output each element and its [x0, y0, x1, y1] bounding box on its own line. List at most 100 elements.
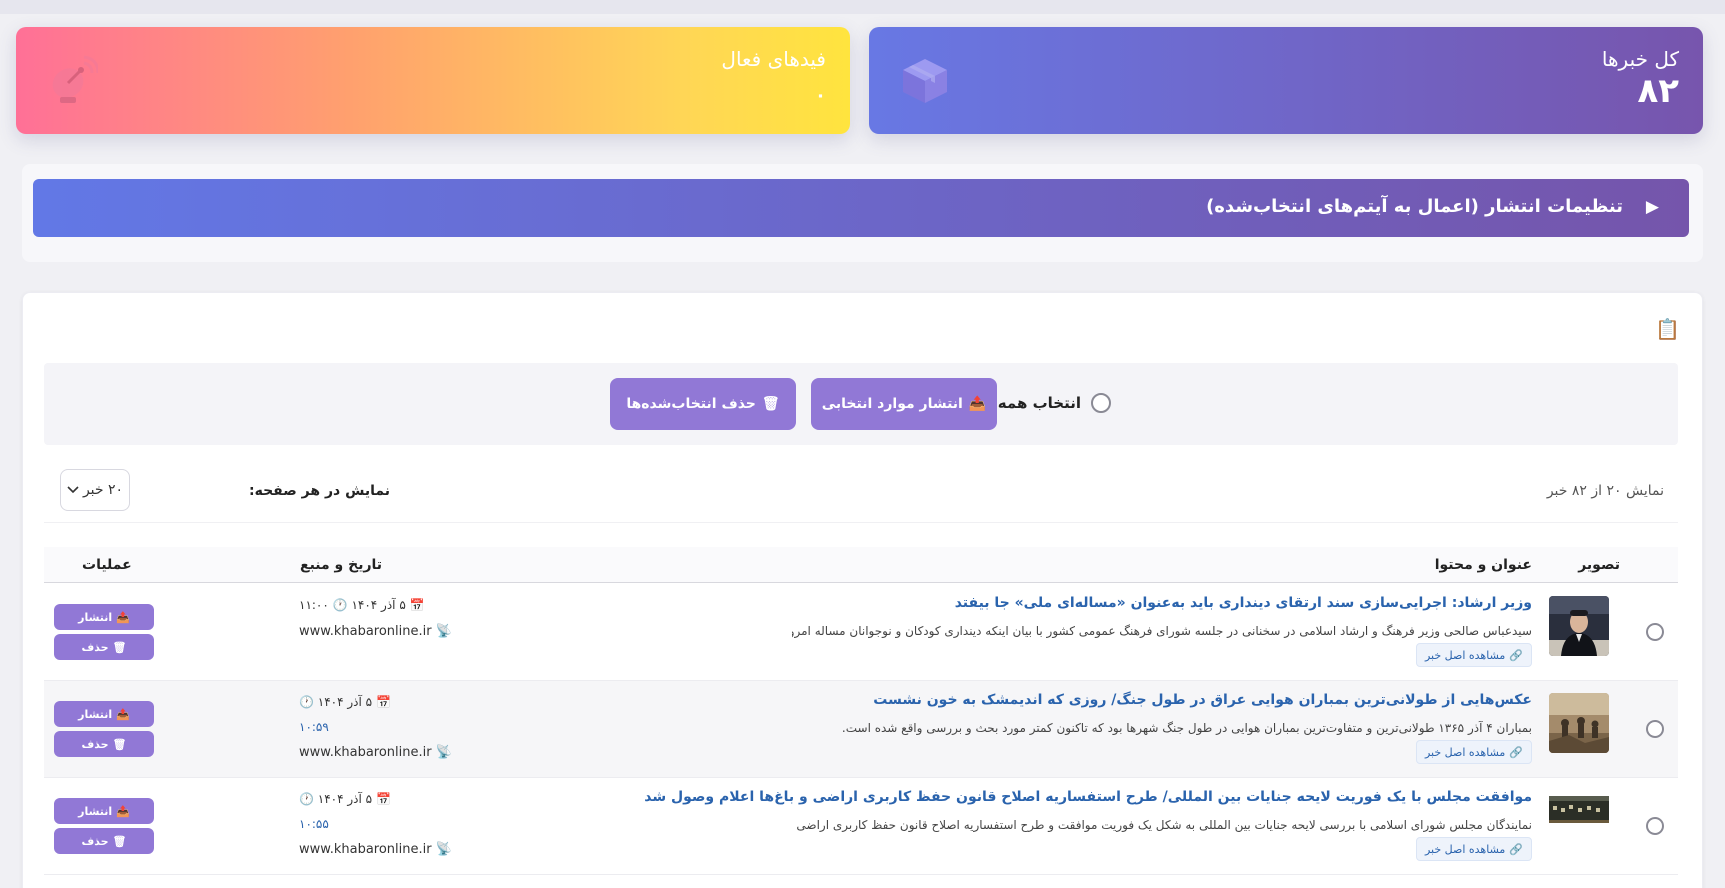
table-row: عکس‌هایی از طولانی‌ترین بمباران هوایی عر…: [44, 681, 1678, 778]
view-original-label: مشاهده اصل خبر: [1424, 648, 1506, 662]
delete-label: حذف: [81, 834, 109, 848]
table-row: وزیر ارشاد: اجرایی‌سازی سند ارتقای دیندا…: [44, 584, 1678, 681]
time-text: ۱۱:۰۰: [299, 598, 329, 612]
bulk-actions-bar: انتخاب همه 📤 انتشار موارد انتخابی 🗑 حذف …: [44, 363, 1678, 445]
row-select-radio[interactable]: [1646, 817, 1664, 835]
outbox-tray-icon: 📤: [968, 396, 987, 412]
view-original-link[interactable]: 🔗 مشاهده اصل خبر: [1415, 837, 1532, 861]
calendar-icon: 📅: [375, 695, 391, 709]
chevron-down-icon: [67, 486, 79, 494]
pagination-bar: نمایش ۲۰ از ۸۲ خبر نمایش در هر صفحه: ۲۰ …: [44, 465, 1678, 523]
results-count: نمایش ۲۰ از ۸۲ خبر: [1546, 483, 1664, 499]
clock-icon: 🕐: [332, 598, 348, 612]
row-select-radio[interactable]: [1646, 623, 1664, 641]
publish-selected-button[interactable]: 📤 انتشار موارد انتخابی: [811, 378, 997, 430]
publish-label: انتشار: [78, 610, 113, 624]
news-date: 📅 ۵ آذر ۱۴۰۴ 🕐 ۱۱:۰۰: [299, 598, 425, 612]
row-select-radio[interactable]: [1646, 720, 1664, 738]
news-title-link[interactable]: عکس‌هایی از طولانی‌ترین بمباران هوایی عر…: [873, 692, 1532, 708]
news-summary: نمایندگان مجلس شورای اسلامی با بررسی لای…: [792, 818, 1532, 832]
active-feeds-card: فیدهای فعال ۰: [16, 27, 850, 134]
delete-button[interactable]: 🗑 حذف: [54, 731, 154, 757]
select-all-label: انتخاب همه: [997, 394, 1081, 412]
column-header-image: تصویر: [1578, 557, 1620, 573]
publish-label: انتشار: [78, 804, 113, 818]
column-header-date: تاریخ و منبع: [300, 557, 383, 573]
time-text: ۱۰:۵۹: [299, 720, 329, 734]
news-date: 📅 ۵ آذر ۱۴۰۴ 🕐: [299, 695, 391, 709]
date-text: ۵ آذر ۱۴۰۴: [317, 695, 373, 709]
delete-selected-label: حذف انتخاب‌شده‌ها: [626, 396, 756, 412]
view-original-label: مشاهده اصل خبر: [1424, 842, 1506, 856]
top-strip: [0, 0, 1725, 14]
clock-icon: 🕐: [299, 695, 314, 709]
clipboard-icon: 📋: [1655, 317, 1680, 341]
trash-icon: 🗑: [112, 640, 127, 654]
source-text: www.khabaronline.ir: [299, 745, 432, 760]
package-icon: [903, 59, 947, 103]
trash-icon: 🗑: [761, 396, 780, 412]
active-feeds-value: ۰: [815, 85, 826, 106]
link-icon: 🔗: [1509, 842, 1523, 856]
publish-settings-title: تنظیمات انتشار (اعمال به آیتم‌های انتخاب…: [1206, 196, 1623, 217]
publish-button[interactable]: 📤 انتشار: [54, 604, 154, 630]
per-page-label: نمایش در هر صفحه:: [249, 483, 391, 499]
publish-button[interactable]: 📤 انتشار: [54, 701, 154, 727]
news-list-card: 📋 انتخاب همه 📤 انتشار موارد انتخابی 🗑 حذ…: [22, 292, 1703, 888]
news-thumbnail: [1549, 693, 1609, 753]
caret-right-icon: ▶: [1645, 197, 1659, 217]
publish-settings-toggle[interactable]: ▶ تنظیمات انتشار (اعمال به آیتم‌های انتخ…: [33, 179, 1689, 237]
news-thumbnail: [1549, 596, 1609, 656]
news-source: www.khabaronline.ir 📡: [299, 745, 452, 760]
per-page-select[interactable]: ۲۰ خبر: [60, 469, 130, 511]
delete-label: حذف: [81, 640, 109, 654]
satellite-icon: 📡: [435, 842, 452, 857]
total-news-card: کل خبرها ۸۲: [869, 27, 1703, 134]
per-page-value: ۲۰ خبر: [82, 482, 124, 498]
source-text: www.khabaronline.ir: [299, 842, 432, 857]
trash-icon: 🗑: [112, 834, 127, 848]
calendar-icon: 📅: [409, 598, 425, 612]
delete-button[interactable]: 🗑 حذف: [54, 828, 154, 854]
total-news-label: کل خبرها: [1601, 47, 1679, 71]
calendar-icon: 📅: [375, 792, 391, 806]
active-feeds-label: فیدهای فعال: [721, 47, 826, 71]
outbox-tray-icon: 📤: [116, 707, 130, 721]
link-icon: 🔗: [1509, 648, 1523, 662]
column-header-title: عنوان و محتوا: [1434, 557, 1532, 573]
total-news-value: ۸۲: [1637, 71, 1679, 111]
news-date: 📅 ۵ آذر ۱۴۰۴ 🕐: [299, 792, 391, 806]
select-all-radio[interactable]: [1091, 393, 1111, 413]
delete-label: حذف: [81, 737, 109, 751]
time-text: ۱۰:۵۵: [299, 817, 329, 831]
publish-settings-panel: ▶ تنظیمات انتشار (اعمال به آیتم‌های انتخ…: [22, 164, 1703, 262]
date-text: ۵ آذر ۱۴۰۴: [317, 792, 373, 806]
satellite-icon: 📡: [435, 624, 452, 639]
source-text: www.khabaronline.ir: [299, 624, 432, 639]
date-text: ۵ آذر ۱۴۰۴: [351, 598, 406, 612]
satellite-icon: 📡: [435, 745, 452, 760]
view-original-link[interactable]: 🔗 مشاهده اصل خبر: [1415, 740, 1532, 764]
clock-icon: 🕐: [299, 792, 314, 806]
publish-label: انتشار: [78, 707, 113, 721]
view-original-link[interactable]: 🔗 مشاهده اصل خبر: [1415, 643, 1532, 667]
news-summary: سیدعباس صالحی وزیر فرهنگ و ارشاد اسلامی …: [792, 624, 1532, 638]
news-thumbnail: [1549, 790, 1609, 850]
news-title-link[interactable]: وزیر ارشاد: اجرایی‌سازی سند ارتقای دیندا…: [955, 595, 1532, 611]
outbox-tray-icon: 📤: [116, 610, 130, 624]
outbox-tray-icon: 📤: [116, 804, 130, 818]
delete-button[interactable]: 🗑 حذف: [54, 634, 154, 660]
news-source: www.khabaronline.ir 📡: [299, 624, 452, 639]
view-original-label: مشاهده اصل خبر: [1424, 745, 1506, 759]
news-summary: بمباران ۴ آذر ۱۳۶۵ طولانی‌ترین و متفاوت‌…: [841, 721, 1532, 735]
publish-selected-label: انتشار موارد انتخابی: [821, 396, 963, 412]
delete-selected-button[interactable]: 🗑 حذف انتخاب‌شده‌ها: [610, 378, 796, 430]
link-icon: 🔗: [1509, 745, 1523, 759]
news-source: www.khabaronline.ir 📡: [299, 842, 452, 857]
trash-icon: 🗑: [112, 737, 127, 751]
publish-button[interactable]: 📤 انتشار: [54, 798, 154, 824]
satellite-dish-icon: [52, 55, 98, 103]
news-title-link[interactable]: موافقت مجلس با یک فوریت لایحه جنایات بین…: [644, 789, 1532, 805]
column-header-operations: عملیات: [82, 557, 132, 573]
table-row: موافقت مجلس با یک فوریت لایحه جنایات بین…: [44, 778, 1678, 875]
